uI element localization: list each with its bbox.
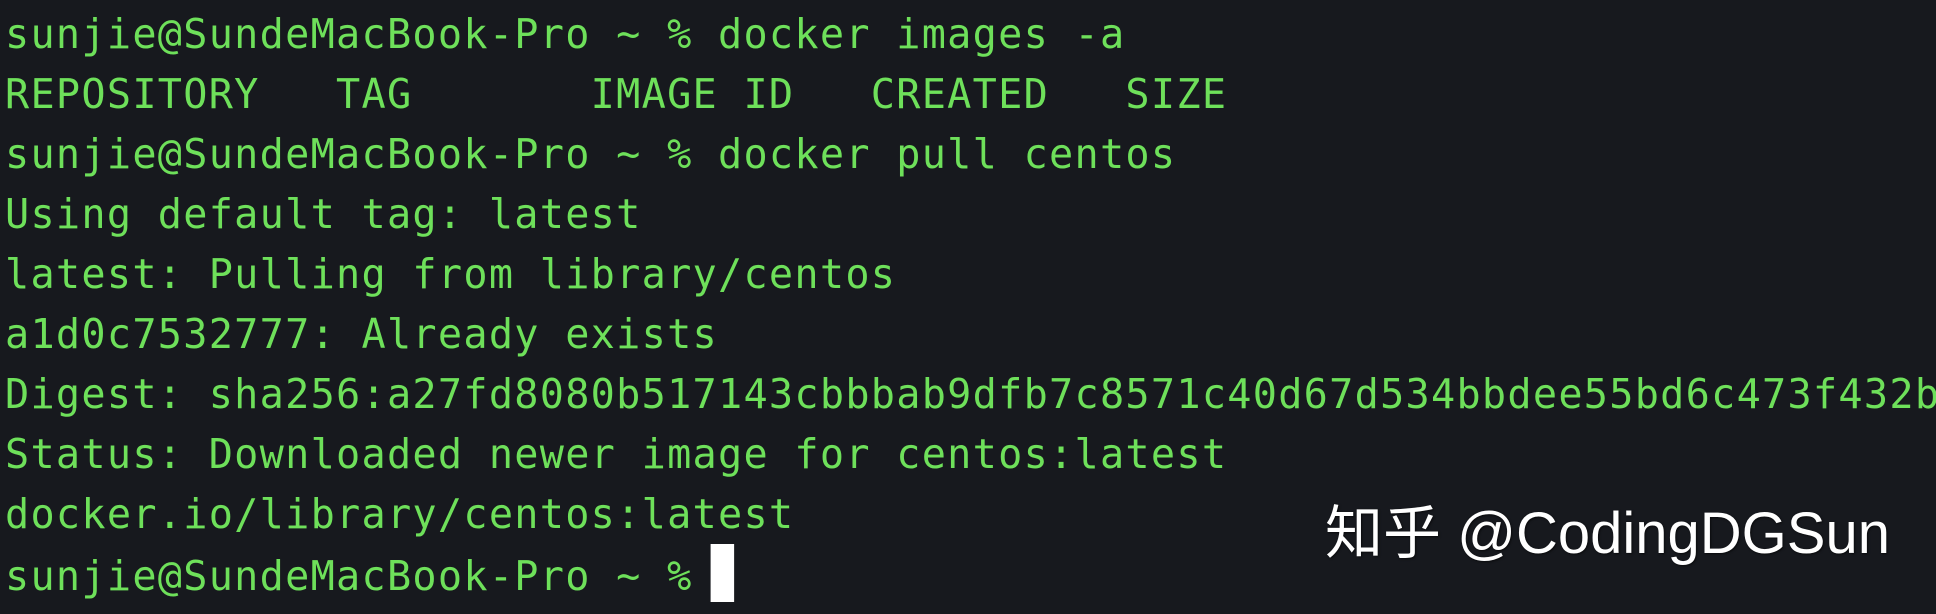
terminal-line-status: Status: Downloaded newer image for cento… [5,430,1228,478]
terminal-line-command: sunjie@SundeMacBook-Pro ~ % docker pull … [5,130,1177,178]
terminal-line-output: Using default tag: latest [5,190,642,238]
terminal-window[interactable]: sunjie@SundeMacBook-Pro ~ % docker image… [0,0,1936,614]
terminal-line-command: sunjie@SundeMacBook-Pro ~ % docker image… [5,10,1126,58]
text-cursor [710,544,734,602]
terminal-line-output: latest: Pulling from library/centos [5,250,897,298]
terminal-line-digest: Digest: sha256:a27fd8080b517143cbbbab9df… [5,370,1936,418]
terminal-line-output: a1d0c7532777: Already exists [5,310,719,358]
prompt: sunjie@SundeMacBook-Pro ~ % [5,552,693,600]
watermark: 知乎 @CodingDGSun [1325,501,1890,566]
terminal-line-table-header: REPOSITORY TAG IMAGE ID CREATED SIZE [5,70,1228,118]
